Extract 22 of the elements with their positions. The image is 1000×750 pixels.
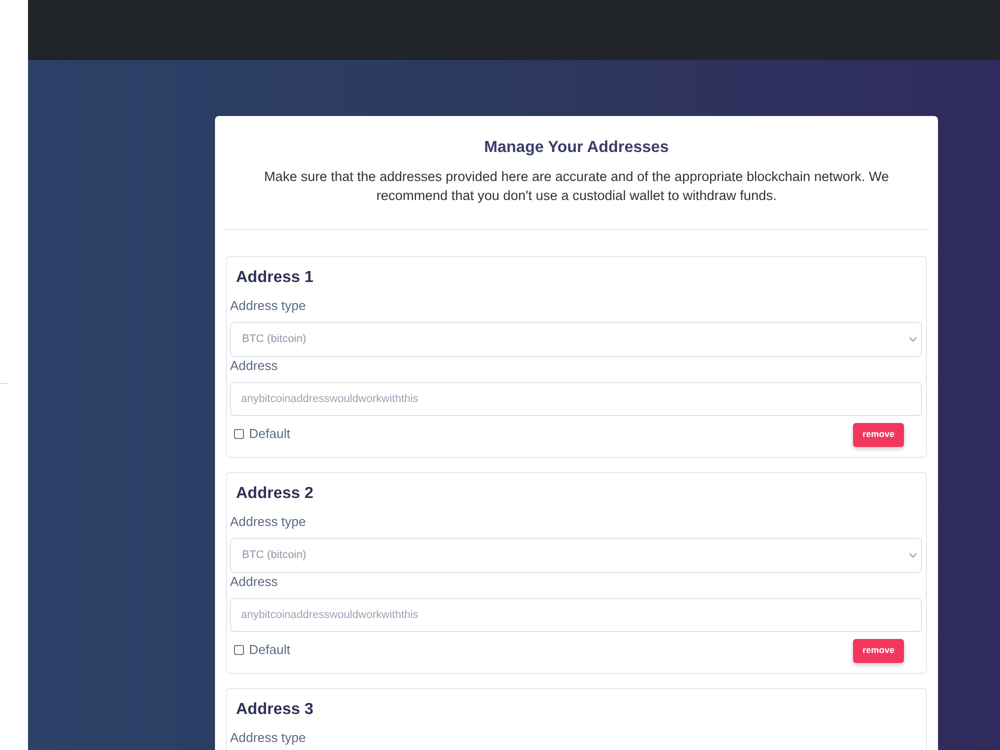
address-type-select[interactable]: BTC (bitcoin) <box>230 322 922 357</box>
field-label: Address <box>230 357 279 375</box>
address-heading: Address 2 <box>235 484 314 504</box>
chevron-down-icon <box>909 553 917 558</box>
field-label: Address <box>230 573 279 591</box>
panel-description: Make sure that the addresses provided here are accurate and of the appropriate blockchain network. We recommend that you don't use a custodial wallet to withdraw funds. <box>263 168 890 205</box>
chevron-down-icon <box>909 337 917 342</box>
address-heading: Address 1 <box>235 268 314 288</box>
remove-button[interactable]: remove <box>853 423 904 447</box>
address-input[interactable]: anybitcoinaddresswouldworkwiththis <box>230 382 922 416</box>
remove-button[interactable]: remove <box>853 639 904 663</box>
address-type-select[interactable]: BTC (bitcoin) <box>230 538 922 573</box>
field-label: Address type <box>230 297 307 315</box>
default-label: Default <box>249 642 290 658</box>
default-label: Default <box>249 426 290 442</box>
field-label: Address type <box>230 513 307 531</box>
address-heading: Address 3 <box>235 700 314 720</box>
address-input[interactable]: anybitcoinaddresswouldworkwiththis <box>230 598 922 632</box>
panel-title: Manage Your Addresses <box>483 138 670 158</box>
default-checkbox[interactable] <box>234 645 244 655</box>
default-checkbox[interactable] <box>234 429 244 439</box>
field-label: Address type <box>230 729 307 747</box>
